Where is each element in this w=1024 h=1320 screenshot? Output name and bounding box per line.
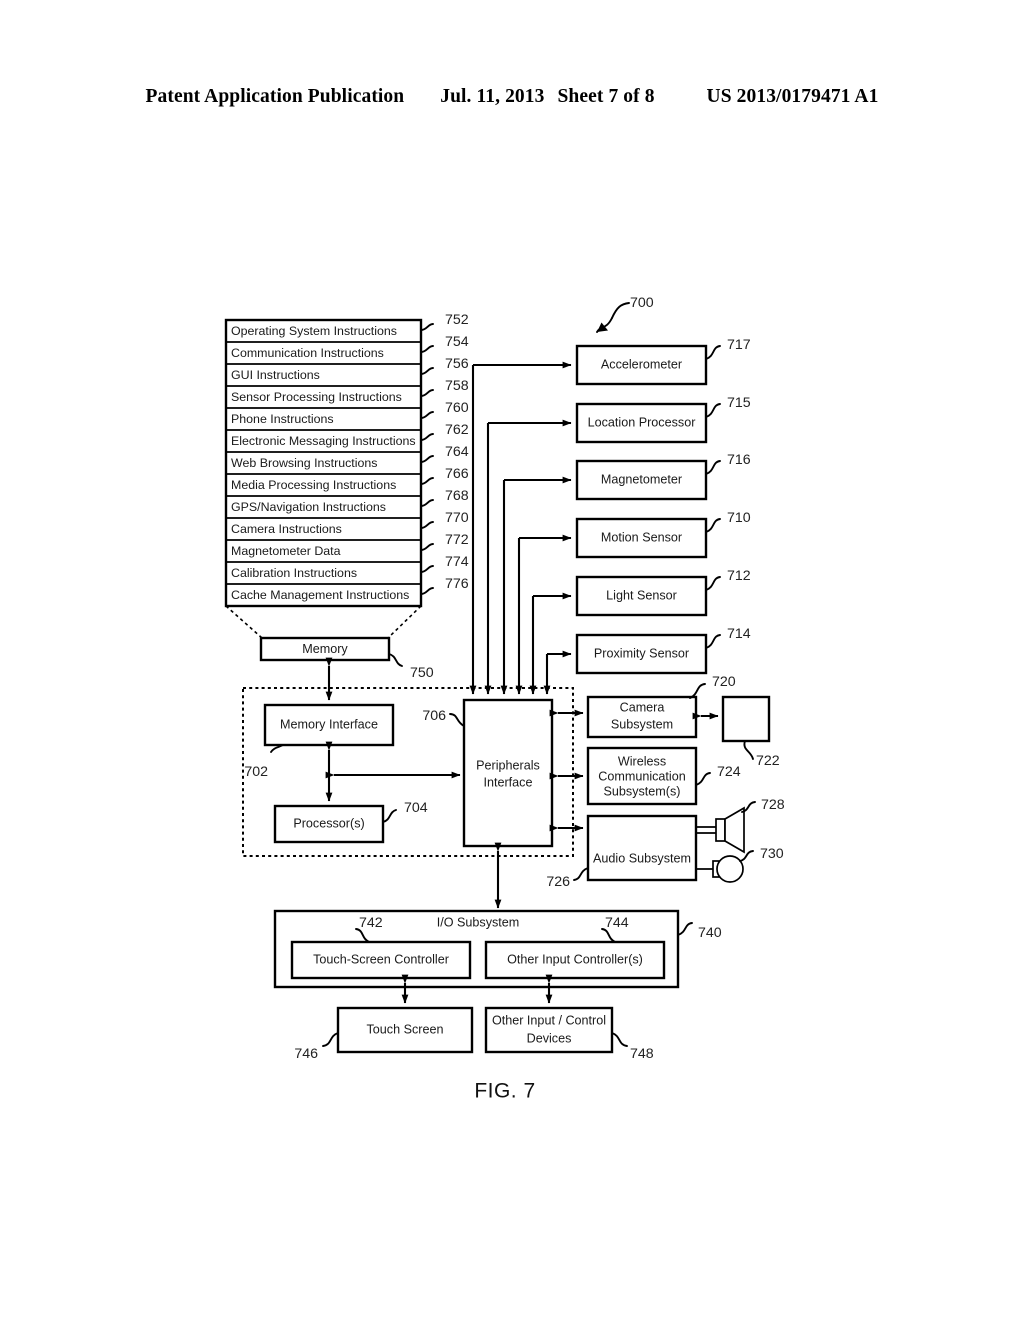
speaker-ref-label: 728 — [761, 797, 785, 813]
system-ref-label: 700 — [630, 295, 654, 311]
proximity-sensor-ref-label: 714 — [727, 626, 751, 642]
touch-screen-controller-ref-label: 742 — [359, 915, 383, 931]
audio-subsystem-ref-label: 726 — [546, 874, 570, 890]
io-subsystem-ref-label: 740 — [698, 925, 722, 941]
peripherals-interface-ref-label: 706 — [422, 708, 446, 724]
other-input-devices-ref-label: 748 — [630, 1046, 654, 1062]
processors-label: Processor(s) — [293, 816, 364, 830]
memory-interface-label: Memory Interface — [280, 717, 378, 731]
memory-block: Memory 750 — [259, 636, 434, 681]
memory-interface-block: Memory Interface — [263, 703, 395, 747]
core-enclosure-ref-label: 702 — [244, 764, 268, 780]
microphone-ref-label: 730 — [760, 846, 784, 862]
system-ref-700: 700 — [596, 295, 654, 333]
other-input-devices-block: Other Input / Control Devices 748 — [484, 1006, 654, 1062]
patent-figure-page: Patent Application Publication Jul. 11, … — [0, 0, 1024, 1320]
peripherals-interface-block: Peripherals Interface 706 — [422, 698, 554, 848]
touch-screen-ref-label: 746 — [294, 1046, 318, 1062]
optical-sensor-ref-label: 722 — [756, 753, 780, 769]
optical-sensor-block: 722 — [721, 695, 780, 769]
instruction-ref-label: 774 — [445, 554, 469, 570]
memory-ref-label: 750 — [410, 665, 434, 681]
camera-subsystem-block: Camera Subsystem 720 — [586, 674, 736, 739]
instruction-row-label: Electronic Messaging Instructions — [231, 434, 416, 448]
magnetometer-ref-label: 716 — [727, 452, 751, 468]
touch-screen-label: Touch Screen — [366, 1022, 443, 1036]
instruction-row-label: Cache Management Instructions — [231, 588, 409, 602]
touch-screen-controller-label: Touch-Screen Controller — [313, 952, 449, 966]
instruction-row-label: Operating System Instructions — [231, 324, 397, 338]
io-subsystem-label: I/O Subsystem — [437, 915, 520, 929]
sensor-routing-lines — [469, 361, 572, 695]
instruction-ref-label: 760 — [445, 400, 469, 416]
figure-7-diagram: 700 Operating System Instructions Commun… — [224, 295, 785, 1103]
wireless-subsystem-label-2: Communication — [598, 769, 686, 783]
instruction-ref-label: 766 — [445, 466, 469, 482]
instruction-ref-label: 772 — [445, 532, 469, 548]
peripherals-interface-label-2: Interface — [483, 775, 532, 789]
instruction-row-label: Camera Instructions — [231, 522, 342, 536]
instruction-ref-label: 758 — [445, 378, 469, 394]
microphone-icon: 730 — [696, 846, 784, 883]
processors-ref-label: 704 — [404, 800, 428, 816]
instruction-row-label: Communication Instructions — [231, 346, 384, 360]
camera-subsystem-label-1: Camera — [620, 700, 665, 714]
light-sensor-label: Light Sensor — [606, 588, 677, 602]
memory-expansion-trapezoid — [225, 605, 422, 639]
peripherals-interface-label-1: Peripherals — [476, 758, 540, 772]
instruction-row-label: Media Processing Instructions — [231, 478, 396, 492]
instruction-row-label: GPS/Navigation Instructions — [231, 500, 386, 514]
instruction-ref-label: 770 — [445, 510, 469, 526]
instruction-ref-label: 756 — [445, 356, 469, 372]
light-sensor-ref-label: 712 — [727, 568, 751, 584]
touch-screen-block: Touch Screen 746 — [294, 1006, 474, 1062]
instruction-ref-label: 764 — [445, 444, 469, 460]
instruction-row-label: GUI Instructions — [231, 368, 320, 382]
instruction-ref-label: 762 — [445, 422, 469, 438]
accelerometer-label: Accelerometer — [601, 357, 682, 371]
memory-instruction-stack: Operating System Instructions Communicat… — [224, 312, 469, 608]
other-input-controller-ref-label: 744 — [605, 915, 629, 931]
other-input-devices-label-1: Other Input / Control — [492, 1013, 606, 1027]
instruction-ref-label: 776 — [445, 576, 469, 592]
location-processor-label: Location Processor — [588, 415, 696, 429]
wireless-subsystem-label-1: Wireless — [618, 754, 666, 768]
instruction-row-label: Web Browsing Instructions — [231, 456, 377, 470]
proximity-sensor-label: Proximity Sensor — [594, 646, 689, 660]
sensor-blocks: Accelerometer 717 Location Processor 715… — [575, 337, 751, 675]
camera-subsystem-label-2: Subsystem — [611, 717, 673, 731]
instruction-row-label: Magnetometer Data — [231, 544, 341, 558]
instruction-row-label: Phone Instructions — [231, 412, 334, 426]
location-processor-ref-label: 715 — [727, 395, 751, 411]
processors-block: Processor(s) 704 — [273, 800, 428, 844]
other-input-devices-label-2: Devices — [527, 1031, 572, 1045]
memory-label: Memory — [302, 642, 348, 656]
wireless-subsystem-block: Wireless Communication Subsystem(s) 724 — [586, 746, 741, 806]
accelerometer-ref-label: 717 — [727, 337, 751, 353]
wireless-subsystem-ref-label: 724 — [717, 764, 741, 780]
audio-subsystem-label: Audio Subsystem — [593, 851, 691, 865]
camera-subsystem-ref-label: 720 — [712, 674, 736, 690]
instruction-ref-label: 752 — [445, 312, 469, 328]
instruction-row-label: Calibration Instructions — [231, 566, 357, 580]
instruction-ref-label: 754 — [445, 334, 469, 350]
magnetometer-label: Magnetometer — [601, 472, 682, 486]
speaker-icon: 728 — [696, 797, 785, 854]
wireless-subsystem-label-3: Subsystem(s) — [604, 784, 681, 798]
figure-caption: FIG. 7 — [474, 1080, 535, 1103]
motion-sensor-ref-label: 710 — [727, 510, 751, 526]
instruction-ref-leaders: 752 754 756 758 760 762 764 766 768 770 — [420, 312, 469, 595]
motion-sensor-label: Motion Sensor — [601, 530, 682, 544]
instruction-ref-label: 768 — [445, 488, 469, 504]
instruction-row-label: Sensor Processing Instructions — [231, 390, 402, 404]
io-subsystem-block: I/O Subsystem 740 Touch-Screen Controlle… — [273, 909, 722, 989]
other-input-controller-label: Other Input Controller(s) — [507, 952, 643, 966]
